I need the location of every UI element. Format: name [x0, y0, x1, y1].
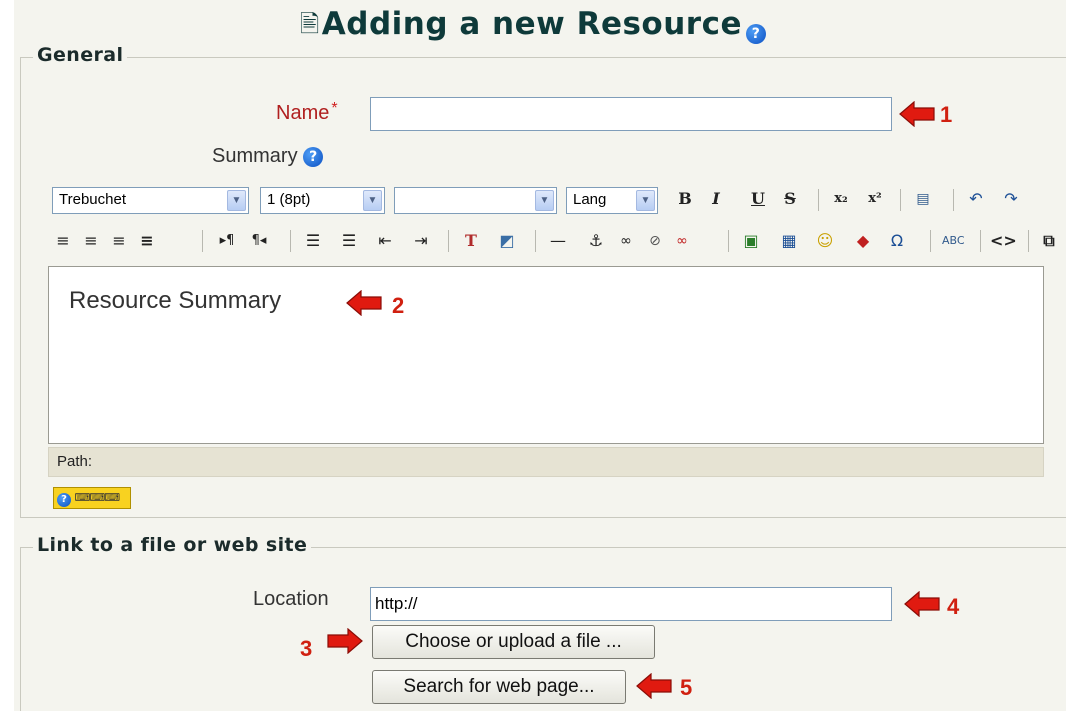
general-fieldset-border [20, 57, 1066, 58]
annotation-arrow-3 [327, 628, 363, 654]
chevron-down-icon: ▼ [227, 190, 246, 211]
annotation-arrow-4 [904, 591, 940, 617]
ordered-list-icon[interactable]: ☰ [302, 228, 324, 254]
toolbar-separator [953, 189, 954, 211]
justify-icon[interactable]: ≡ [136, 228, 158, 254]
text-color-icon[interactable]: T [460, 228, 482, 254]
toolbar-separator [535, 230, 536, 252]
help-icon: ? [57, 493, 71, 507]
redo-icon[interactable]: ↷ [1000, 186, 1022, 212]
italic-button[interactable]: I [705, 186, 727, 212]
editor-path-bar: Path: [48, 447, 1044, 477]
annotation-number-1: 1 [940, 102, 953, 127]
undo-icon[interactable]: ↶ [965, 186, 987, 212]
insert-media-icon[interactable]: ◆ [852, 228, 874, 254]
strikethrough-button[interactable]: S [779, 186, 801, 212]
name-label: Name * [276, 100, 338, 125]
page-title: 🖹Adding a new Resource? [0, 6, 1066, 48]
chevron-down-icon: ▼ [363, 190, 382, 211]
name-label-text: Name [276, 102, 330, 124]
annotation-number-2: 2 [392, 293, 405, 318]
name-input[interactable] [370, 97, 892, 131]
insert-image-icon[interactable]: ▣ [740, 228, 762, 254]
general-fieldset-border-bottom [20, 517, 1066, 518]
underline-button[interactable]: U [747, 186, 769, 212]
required-star: * [331, 100, 338, 117]
toolbar-separator [818, 189, 819, 211]
spellcheck-icon[interactable]: ABC [942, 228, 965, 254]
location-label: Location [253, 588, 329, 610]
special-char-icon[interactable]: Ω [886, 228, 908, 254]
annotation-number-5: 5 [680, 675, 693, 700]
annotation-number-4: 4 [947, 594, 960, 619]
search-web-page-button[interactable]: Search for web page... [372, 670, 626, 704]
ltr-icon[interactable]: ▸¶ [216, 228, 238, 254]
background-color-icon[interactable]: ◩ [496, 228, 518, 254]
anchor-icon[interactable]: ⚓ [585, 228, 607, 254]
fullscreen-icon[interactable]: ⧉ [1038, 228, 1060, 254]
toolbar-separator [930, 230, 931, 252]
toolbar-separator [202, 230, 203, 252]
chevron-down-icon: ▼ [636, 190, 655, 211]
insert-table-icon[interactable]: ▦ [778, 228, 800, 254]
choose-upload-file-button[interactable]: Choose or upload a file ... [372, 625, 655, 659]
keyboard-icon: ⌨⌨⌨ [74, 491, 121, 504]
general-fieldset-border-left [20, 57, 21, 517]
toolbar-separator [448, 230, 449, 252]
location-input[interactable] [370, 587, 892, 621]
summary-label-text: Summary [212, 145, 298, 167]
font-size-select[interactable]: 1 (8pt) ▼ [260, 187, 385, 214]
rtl-icon[interactable]: ¶◂ [248, 228, 270, 254]
keyboard-help-button[interactable]: ? ⌨⌨⌨ [53, 487, 131, 509]
html-source-icon[interactable]: <> [990, 228, 1017, 254]
annotation-arrow-2 [346, 290, 382, 316]
clean-word-icon[interactable]: ▤ [912, 186, 934, 212]
font-family-select[interactable]: Trebuchet ▼ [52, 187, 249, 214]
link-icon[interactable]: ∞ [615, 228, 637, 254]
align-center-icon[interactable]: ≡ [80, 228, 102, 254]
document-icon: 🖹 [300, 10, 320, 38]
toolbar-separator [900, 189, 901, 211]
style-select[interactable]: ▼ [394, 187, 557, 214]
subscript-button[interactable]: x₂ [830, 186, 852, 212]
summary-label: Summary ? [212, 145, 324, 168]
editor-content: Resource Summary [69, 287, 282, 314]
general-legend: General [33, 44, 128, 66]
align-right-icon[interactable]: ≡ [108, 228, 130, 254]
unordered-list-icon[interactable]: ☰ [338, 228, 360, 254]
superscript-button[interactable]: x² [864, 186, 886, 212]
bold-button[interactable]: B [674, 186, 696, 212]
lang-select[interactable]: Lang ▼ [566, 187, 658, 214]
annotation-arrow-1 [899, 101, 935, 127]
chevron-down-icon: ▼ [535, 190, 554, 211]
outdent-icon[interactable]: ⇤ [374, 228, 396, 254]
horizontal-rule-icon[interactable]: — [547, 228, 569, 254]
unlink-icon[interactable]: ⊘ [644, 228, 666, 254]
align-left-icon[interactable]: ≡ [52, 228, 74, 254]
nolink-icon[interactable]: ∞ [671, 228, 693, 254]
indent-icon[interactable]: ⇥ [410, 228, 432, 254]
link-fieldset-border-left [20, 547, 21, 711]
summary-editor[interactable]: Resource Summary [48, 266, 1044, 444]
toolbar-separator [728, 230, 729, 252]
toolbar-separator [980, 230, 981, 252]
help-icon[interactable]: ? [746, 24, 766, 44]
annotation-arrow-5 [636, 673, 672, 699]
annotation-number-3: 3 [300, 636, 313, 661]
toolbar-separator [290, 230, 291, 252]
smiley-icon[interactable]: ☺ [814, 228, 836, 254]
toolbar-separator [1028, 230, 1029, 252]
summary-help-icon[interactable]: ? [303, 146, 324, 167]
link-legend: Link to a file or web site [33, 534, 312, 556]
